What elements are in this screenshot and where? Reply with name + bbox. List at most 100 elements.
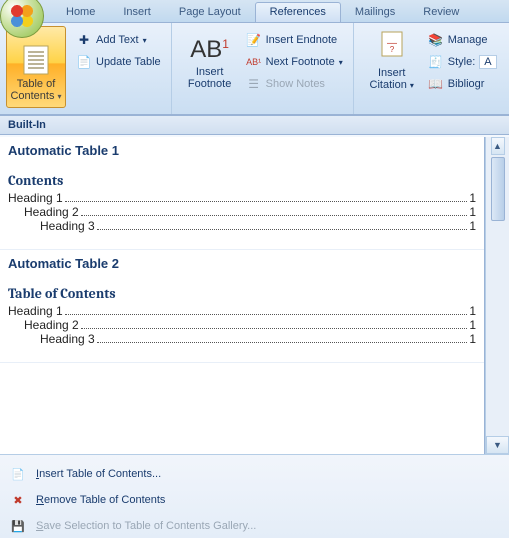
preset-heading: Contents	[8, 172, 476, 191]
chevron-down-icon: ▾	[410, 81, 414, 90]
insert-toc-label: nsert Table of Contents...	[39, 468, 161, 480]
group-citations: —? InsertCitation ▾ 📚 Manage 🧾 Style: A …	[354, 23, 507, 114]
toc-line-page: 1	[469, 191, 476, 205]
ribbon: Table ofContents ▾ ✚ Add Text ▾ 📄 Update…	[0, 23, 509, 115]
toc-line-name: Heading 3	[40, 219, 95, 233]
save-selection-icon: 💾	[10, 518, 26, 534]
scroll-up-button[interactable]: ▲	[491, 137, 505, 155]
toc-line: Heading 1 1	[8, 304, 476, 318]
toc-line-name: Heading 1	[8, 304, 63, 318]
scroll-down-button[interactable]: ▼	[486, 436, 509, 454]
remove-toc-menuitem[interactable]: ✖ Remove Table of Contents	[0, 487, 509, 513]
tab-insert[interactable]: Insert	[109, 3, 165, 22]
insert-citation-button[interactable]: —? InsertCitation ▾	[360, 26, 424, 96]
toc-line-page: 1	[469, 205, 476, 219]
update-icon: 📄	[76, 54, 92, 70]
toc-label-2: Contents	[10, 90, 54, 102]
tab-references[interactable]: References	[255, 2, 341, 22]
insert-endnote-button[interactable]: 📝 Insert Endnote	[242, 30, 347, 50]
citation-label-2: Citation	[370, 79, 407, 91]
next-footnote-button[interactable]: AB¹ Next Footnote ▾	[242, 52, 347, 72]
tab-mailings[interactable]: Mailings	[341, 3, 409, 22]
bibliography-button[interactable]: 📖 Bibliogr	[424, 74, 501, 94]
toc-preset[interactable]: Automatic Table 1ContentsHeading 11Headi…	[0, 137, 484, 250]
toc-line-leader	[97, 229, 468, 230]
toc-line-leader	[97, 342, 468, 343]
toc-line-leader	[65, 201, 468, 202]
manage-icon: 📚	[428, 32, 444, 48]
toc-preset[interactable]: Automatic Table 2Table of ContentsHeadin…	[0, 250, 484, 363]
toc-line-name: Heading 3	[40, 332, 95, 346]
style-dropdown[interactable]: 🧾 Style: A	[424, 52, 501, 72]
show-notes-button[interactable]: ☰ Show Notes	[242, 74, 347, 94]
toc-line-name: Heading 2	[24, 318, 79, 332]
show-notes-label: Show Notes	[266, 78, 325, 90]
chevron-down-icon: ▾	[143, 36, 147, 45]
toc-line-name: Heading 2	[24, 205, 79, 219]
toc-line-page: 1	[469, 332, 476, 346]
footnote-icon: AB1	[190, 36, 229, 64]
save-selection-menuitem: 💾 Save Selection to Table of Contents Ga…	[0, 513, 509, 539]
remove-toc-u: R	[36, 494, 44, 506]
svg-text:?: ?	[390, 45, 395, 54]
show-notes-icon: ☰	[246, 76, 262, 92]
chevron-down-icon: ▾	[58, 92, 62, 101]
gallery-section-header: Built-In	[0, 115, 509, 135]
toc-line: Heading 2 1	[8, 205, 476, 219]
citation-label-1: Insert	[378, 67, 406, 79]
add-text-label: Add Text	[96, 34, 139, 46]
tab-page-layout[interactable]: Page Layout	[165, 3, 255, 22]
bibliography-label: Bibliogr	[448, 78, 485, 90]
insert-toc-menuitem[interactable]: 📄 Insert Table of Contents...	[0, 461, 509, 487]
update-table-button[interactable]: 📄 Update Table	[72, 52, 165, 72]
add-text-button[interactable]: ✚ Add Text ▾	[72, 30, 165, 50]
toc-line: Heading 1 1	[8, 191, 476, 205]
tab-home[interactable]: Home	[52, 3, 109, 22]
group-footnotes: AB1 InsertFootnote 📝 Insert Endnote AB¹ …	[172, 23, 354, 114]
remove-toc-label: emove Table of Contents	[44, 494, 165, 506]
preset-title: Automatic Table 2	[8, 254, 476, 285]
insert-footnote-button[interactable]: AB1 InsertFootnote	[178, 26, 242, 94]
toc-gallery: Built-In Automatic Table 1ContentsHeadin…	[0, 115, 509, 538]
toc-label-1: Table of	[17, 78, 56, 90]
toc-line-leader	[81, 328, 468, 329]
toc-line-page: 1	[469, 219, 476, 233]
style-icon: 🧾	[428, 54, 444, 70]
insert-toc-icon: 📄	[10, 466, 26, 482]
save-selection-label: ave Selection to Table of Contents Galle…	[43, 520, 256, 532]
endnote-icon: 📝	[246, 32, 262, 48]
preset-title: Automatic Table 1	[8, 141, 476, 172]
style-value: A	[479, 55, 496, 69]
manage-sources-button[interactable]: 📚 Manage	[424, 30, 501, 50]
toc-line: Heading 2 1	[8, 318, 476, 332]
toc-line-page: 1	[469, 318, 476, 332]
next-footnote-icon: AB¹	[246, 54, 262, 70]
preset-heading: Table of Contents	[8, 285, 476, 304]
gallery-footer: 📄 Insert Table of Contents... ✖ Remove T…	[0, 454, 509, 538]
scroll-thumb[interactable]	[491, 157, 505, 221]
insert-endnote-label: Insert Endnote	[266, 34, 338, 46]
update-table-label: Update Table	[96, 56, 161, 68]
remove-toc-icon: ✖	[10, 492, 26, 508]
chevron-down-icon: ▾	[339, 58, 343, 67]
next-footnote-label: Next Footnote	[266, 56, 335, 68]
toc-line-name: Heading 1	[8, 191, 63, 205]
footnote-label-2: Footnote	[188, 78, 231, 90]
style-label: Style:	[448, 56, 476, 68]
toc-line-leader	[81, 215, 468, 216]
toc-line-page: 1	[469, 304, 476, 318]
tab-bar: HomeInsertPage LayoutReferencesMailingsR…	[0, 0, 509, 23]
citation-icon: —?	[378, 30, 406, 65]
table-of-contents-button[interactable]: Table ofContents ▾	[6, 26, 66, 108]
tab-review[interactable]: Review	[409, 3, 473, 22]
scrollbar[interactable]: ▲ ▼	[485, 137, 509, 454]
add-text-icon: ✚	[76, 32, 92, 48]
toc-line-leader	[65, 314, 468, 315]
gallery-scroll-area: Automatic Table 1ContentsHeading 11Headi…	[0, 137, 485, 454]
manage-label: Manage	[448, 34, 488, 46]
toc-line: Heading 3 1	[8, 219, 476, 233]
toc-icon	[20, 44, 52, 76]
toc-line: Heading 3 1	[8, 332, 476, 346]
footnote-label-1: Insert	[196, 66, 224, 78]
bibliography-icon: 📖	[428, 76, 444, 92]
